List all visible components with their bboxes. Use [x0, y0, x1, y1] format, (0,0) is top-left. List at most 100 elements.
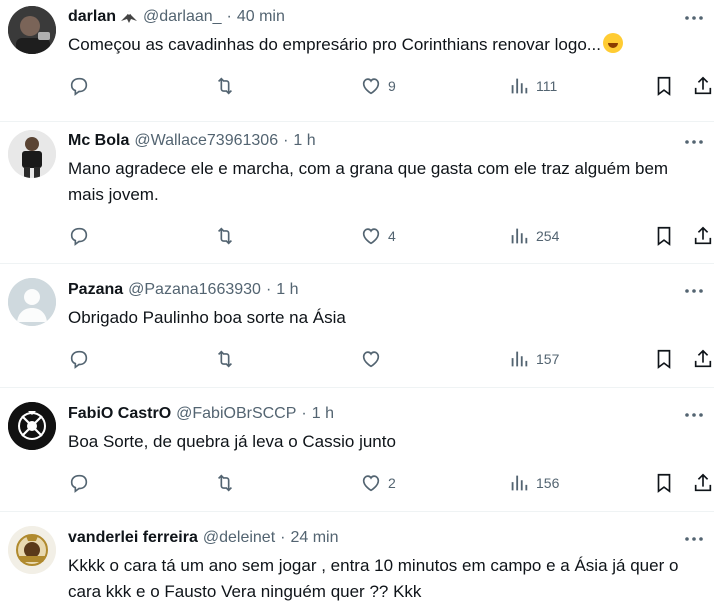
tweet[interactable]: Pazana @Pazana1663930 · 1 h Obrigado Pau… — [0, 264, 714, 388]
retweet-button[interactable] — [214, 74, 236, 98]
share-button[interactable] — [692, 471, 714, 495]
separator-dot: · — [226, 8, 232, 25]
more-icon[interactable] — [682, 405, 706, 425]
display-name[interactable]: Mc Bola — [68, 130, 129, 152]
tweet-text: Mano agradece ele e marcha, com a grana … — [68, 159, 673, 204]
views-icon — [511, 78, 528, 94]
tweet[interactable]: FabiO CastrO @FabiOBrSCCP · 1 h Boa Sort… — [0, 388, 714, 512]
handle[interactable]: @deleinet — [203, 527, 275, 549]
reply-icon — [70, 77, 88, 96]
like-button[interactable]: 4 — [360, 224, 396, 248]
share-button[interactable] — [692, 74, 714, 98]
timestamp[interactable]: 40 min — [237, 6, 285, 28]
views-button[interactable]: 111 — [508, 74, 557, 98]
tweet-header: vanderlei ferreira @deleinet · 24 min — [68, 527, 704, 549]
tweet-header: FabiO CastrO @FabiOBrSCCP · 1 h — [68, 403, 704, 425]
reply-button[interactable] — [68, 347, 90, 371]
share-button[interactable] — [692, 347, 714, 371]
tweet-text: Obrigado Paulinho boa sorte na Ásia — [68, 308, 346, 327]
like-button[interactable]: 2 — [360, 471, 396, 495]
tweet-text-body: Começou as cavadinhas do empresário pro … — [68, 35, 601, 54]
heart-icon — [362, 351, 380, 368]
share-icon — [694, 349, 712, 368]
view-count: 156 — [536, 475, 560, 491]
views-button[interactable]: 254 — [508, 224, 559, 248]
view-count: 111 — [536, 78, 558, 94]
share-icon — [694, 226, 712, 245]
bookmark-button[interactable] — [653, 471, 675, 495]
views-icon — [511, 351, 528, 367]
team-crest-icon — [8, 526, 56, 574]
heart-icon — [362, 475, 380, 492]
eagle-emoji-icon — [121, 11, 138, 23]
like-button[interactable] — [360, 347, 382, 371]
more-icon[interactable] — [682, 529, 706, 549]
tweet-header: Mc Bola @Wallace73961306 · 1 h — [68, 130, 704, 152]
view-count: 157 — [536, 351, 560, 367]
bookmark-button[interactable] — [653, 224, 675, 248]
reply-icon — [70, 227, 88, 246]
share-icon — [694, 76, 712, 95]
views-icon — [511, 228, 528, 244]
retweet-icon — [217, 227, 233, 245]
reply-button[interactable] — [68, 224, 90, 248]
views-button[interactable]: 156 — [508, 471, 559, 495]
reply-button[interactable] — [68, 471, 90, 495]
retweet-icon — [217, 77, 233, 95]
tweet-header: darlan @darlaan_ · 40 min — [68, 6, 704, 28]
separator-dot: · — [265, 281, 272, 298]
more-icon[interactable] — [682, 132, 706, 152]
display-name[interactable]: vanderlei ferreira — [68, 527, 198, 549]
reply-feed: darlan @darlaan_ · 40 min Começou as cav… — [0, 0, 714, 610]
like-button[interactable]: 9 — [360, 74, 396, 98]
avatar-photo — [8, 130, 56, 178]
bookmark-icon — [657, 473, 671, 493]
bookmark-button[interactable] — [653, 347, 675, 371]
tweet-text: Boa Sorte, de quebra já leva o Cassio ju… — [68, 432, 396, 451]
heart-icon — [362, 78, 380, 95]
tweet[interactable]: darlan @darlaan_ · 40 min Começou as cav… — [0, 0, 714, 122]
more-icon[interactable] — [682, 8, 706, 28]
separator-dot: · — [280, 529, 286, 546]
avatar[interactable] — [8, 526, 56, 574]
avatar[interactable] — [8, 130, 56, 178]
retweet-button[interactable] — [214, 347, 236, 371]
timestamp[interactable]: 24 min — [290, 527, 338, 549]
avatar-photo — [8, 6, 56, 54]
handle[interactable]: @darlaan_ — [143, 6, 222, 28]
display-name[interactable]: Pazana — [68, 279, 123, 301]
heart-icon — [362, 228, 380, 245]
retweet-button[interactable] — [214, 224, 236, 248]
handle[interactable]: @Pazana1663930 — [128, 279, 261, 301]
more-icon[interactable] — [682, 281, 706, 301]
avatar[interactable] — [8, 6, 56, 54]
corinthians-crest-icon — [8, 402, 56, 450]
like-count: 4 — [388, 228, 396, 244]
reply-button[interactable] — [68, 74, 90, 98]
separator-dot: · — [283, 132, 289, 149]
reply-icon — [70, 474, 88, 493]
avatar[interactable] — [8, 278, 56, 326]
timestamp[interactable]: 1 h — [312, 403, 334, 425]
timestamp[interactable]: 1 h — [276, 279, 298, 301]
display-name[interactable]: FabiO CastrO — [68, 403, 171, 425]
bookmark-icon — [657, 226, 671, 246]
reply-icon — [70, 350, 88, 369]
handle[interactable]: @FabiOBrSCCP — [176, 403, 296, 425]
like-count: 2 — [388, 475, 396, 491]
bookmark-button[interactable] — [653, 74, 675, 98]
tweet[interactable]: Mc Bola @Wallace73961306 · 1 h Mano agra… — [0, 122, 714, 264]
bookmark-icon — [657, 76, 671, 96]
share-button[interactable] — [692, 224, 714, 248]
tweet-text: Começou as cavadinhas do empresário pro … — [68, 32, 704, 58]
retweet-button[interactable] — [214, 471, 236, 495]
views-button[interactable]: 157 — [508, 347, 559, 371]
like-count: 9 — [388, 78, 396, 94]
view-count: 254 — [536, 228, 560, 244]
rofl-emoji-icon — [602, 33, 623, 53]
tweet[interactable]: vanderlei ferreira @deleinet · 24 min Kk… — [0, 512, 714, 610]
display-name[interactable]: darlan — [68, 6, 116, 28]
avatar[interactable] — [8, 402, 56, 450]
timestamp[interactable]: 1 h — [293, 130, 315, 152]
handle[interactable]: @Wallace73961306 — [134, 130, 278, 152]
